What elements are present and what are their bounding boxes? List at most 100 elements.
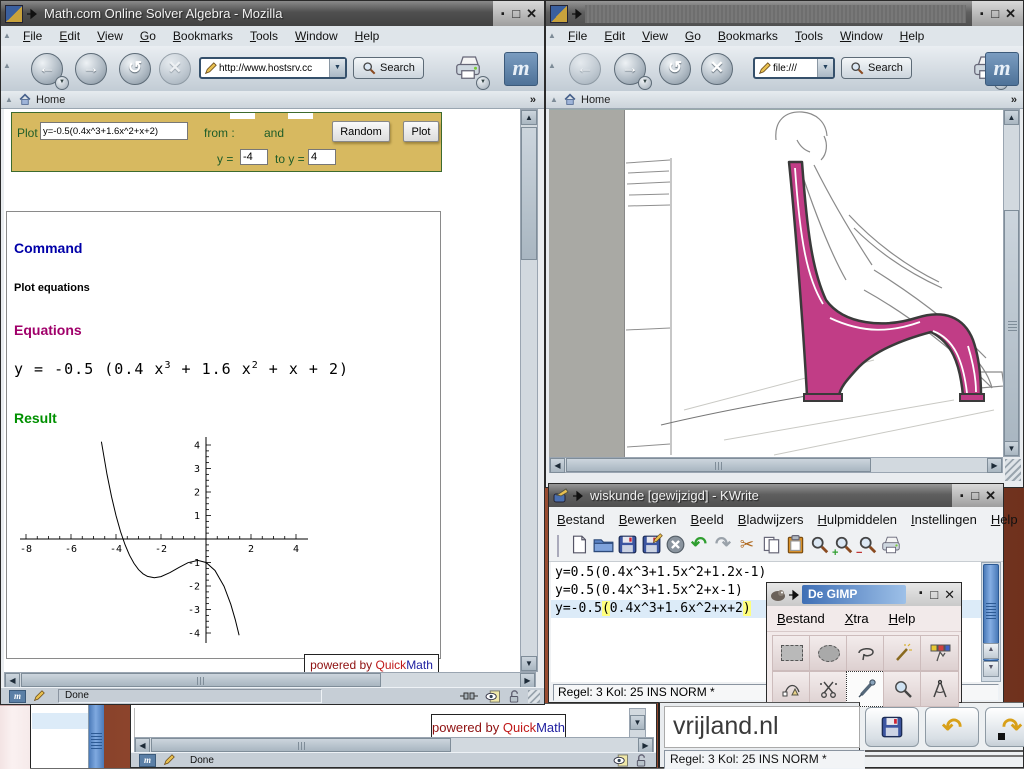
bookmarks-overflow-chevron[interactable]: »	[530, 94, 536, 106]
redo-icon[interactable]: ↷	[712, 535, 734, 557]
random-button[interactable]: Random	[332, 121, 390, 142]
url-dropdown[interactable]: ▼	[817, 59, 833, 77]
pushpin-icon[interactable]	[571, 8, 583, 20]
menu-help[interactable]: Help	[900, 29, 925, 43]
equation-input[interactable]	[40, 122, 188, 140]
menu-go[interactable]: Go	[140, 29, 156, 43]
forward-button[interactable]: →	[75, 53, 107, 85]
url-input[interactable]	[218, 63, 329, 74]
url-bar[interactable]: ▼	[199, 57, 347, 79]
search-button[interactable]: Search	[841, 57, 912, 79]
vrijland-text[interactable]: vrijland.nl	[665, 707, 859, 741]
maximize-button[interactable]: □	[991, 7, 999, 20]
mozilla-component-icon[interactable]: m	[9, 690, 26, 703]
tool-zoom[interactable]	[883, 671, 922, 707]
print-dropdown[interactable]: ▼	[476, 76, 490, 90]
forward-dropdown[interactable]: ▼	[638, 76, 652, 90]
plug-offline-icon[interactable]	[460, 691, 478, 701]
tool-magic-wand[interactable]	[883, 635, 922, 671]
bookmarks-overflow-chevron[interactable]: »	[1011, 94, 1017, 106]
undo-button-large[interactable]: ↶	[925, 707, 979, 747]
minimize-button[interactable]: ·	[959, 491, 965, 501]
save-button-large[interactable]	[865, 707, 919, 747]
close-button[interactable]: ✕	[1005, 7, 1016, 20]
bookmark-home[interactable]: Home	[36, 94, 65, 106]
close-button[interactable]: ✕	[985, 489, 996, 502]
scroll-thumb[interactable]	[21, 673, 381, 687]
tool-select-by-color[interactable]	[920, 635, 959, 671]
toolbar-grippy[interactable]: ▲	[3, 62, 12, 70]
print-icon[interactable]	[880, 535, 902, 557]
close-button[interactable]: ✕	[526, 7, 537, 20]
scroll-right-button[interactable]: ▶	[987, 458, 1002, 473]
menu-bestand[interactable]: Bestand	[777, 611, 825, 626]
plot-button[interactable]: Plot	[403, 121, 439, 142]
menu-hulpmiddelen[interactable]: Hulpmiddelen	[818, 512, 898, 527]
toolbar-grippy[interactable]: ▲	[550, 96, 559, 104]
mozilla-logo[interactable]: m	[985, 52, 1019, 86]
scroll-thumb[interactable]	[1004, 210, 1019, 445]
scroll-right-button[interactable]: ▶	[638, 738, 653, 753]
menu-help[interactable]: Help	[991, 512, 1018, 527]
scroll-left-button[interactable]: ◀	[5, 673, 20, 688]
menu-bookmarks[interactable]: Bookmarks	[718, 29, 778, 43]
vertical-scrollbar-right-browser[interactable]: ▲ ▼	[1003, 109, 1020, 457]
maximize-button[interactable]: □	[512, 7, 520, 20]
titlebar-right-browser[interactable]: · □ ✕	[546, 1, 1023, 26]
scroll-down-button[interactable]: ▼	[521, 656, 537, 671]
scroll-left-button[interactable]: ◀	[135, 738, 150, 753]
find-icon[interactable]	[808, 535, 830, 557]
cut-icon[interactable]: ✂	[736, 535, 758, 557]
titlebar-left-browser[interactable]: Math.com Online Solver Algebra - Mozilla…	[1, 1, 544, 26]
reload-button[interactable]: ↺	[659, 53, 691, 85]
url-input[interactable]	[772, 63, 817, 74]
scrollbar-fragment[interactable]	[88, 705, 104, 768]
pushpin-icon[interactable]	[788, 589, 800, 601]
menu-instellingen[interactable]: Instellingen	[911, 512, 977, 527]
horizontal-scrollbar-moz3[interactable]: ◀ ▶	[134, 737, 654, 753]
search-button[interactable]: Search	[353, 57, 424, 79]
menu-help[interactable]: Help	[355, 29, 380, 43]
toolbar-handle[interactable]	[557, 535, 562, 557]
menu-xtra[interactable]: Xtra	[845, 611, 869, 626]
pushpin-icon[interactable]	[572, 490, 584, 502]
scroll-left-button[interactable]: ◀	[550, 458, 565, 473]
save-icon[interactable]	[616, 535, 638, 557]
menu-help[interactable]: Help	[889, 611, 916, 626]
stop-button[interactable]: ✕	[701, 53, 733, 85]
redo-button-large[interactable]: ↷	[985, 707, 1024, 747]
menu-file[interactable]: File	[568, 29, 587, 43]
y-from-input[interactable]	[240, 149, 268, 165]
menu-window[interactable]: Window	[295, 29, 338, 43]
composer-icon[interactable]	[162, 754, 176, 766]
vertical-scrollbar-moz3[interactable]: ▼	[629, 708, 646, 738]
menu-window[interactable]: Window	[840, 29, 883, 43]
menu-bookmarks[interactable]: Bookmarks	[173, 29, 233, 43]
toolbar-grippy[interactable]: ▲	[548, 62, 557, 70]
powered-by-quickmath-badge[interactable]: powered by QuickMath	[304, 654, 439, 672]
scroll-down-button[interactable]: ▼	[1004, 441, 1019, 456]
back-button[interactable]: ←	[569, 53, 601, 85]
undo-icon[interactable]: ↶	[688, 535, 710, 557]
mozilla-logo[interactable]: m	[504, 52, 538, 86]
minimize-button[interactable]: ·	[918, 588, 924, 601]
window-resize-grip[interactable]	[528, 690, 540, 703]
scroll-up-button[interactable]: ▲	[521, 110, 537, 125]
tool-measure[interactable]	[920, 671, 959, 707]
menu-edit[interactable]: Edit	[604, 29, 625, 43]
lock-icon[interactable]	[508, 690, 521, 703]
url-dropdown[interactable]: ▼	[329, 59, 345, 77]
pushpin-icon[interactable]	[26, 8, 38, 20]
window-resize-grip[interactable]	[1005, 459, 1021, 481]
menu-bestand[interactable]: Bestand	[557, 512, 605, 527]
stop-button[interactable]: ✕	[159, 53, 191, 85]
menu-edit[interactable]: Edit	[59, 29, 80, 43]
reload-button[interactable]: ↺	[119, 53, 151, 85]
menu-file[interactable]: File	[23, 29, 42, 43]
menu-go[interactable]: Go	[685, 29, 701, 43]
tool-rect-select[interactable]	[772, 635, 811, 671]
eye-document-icon[interactable]	[613, 754, 629, 767]
save-as-icon[interactable]	[640, 535, 662, 557]
tool-lasso[interactable]	[846, 635, 885, 671]
bookmark-home[interactable]: Home	[581, 94, 610, 106]
